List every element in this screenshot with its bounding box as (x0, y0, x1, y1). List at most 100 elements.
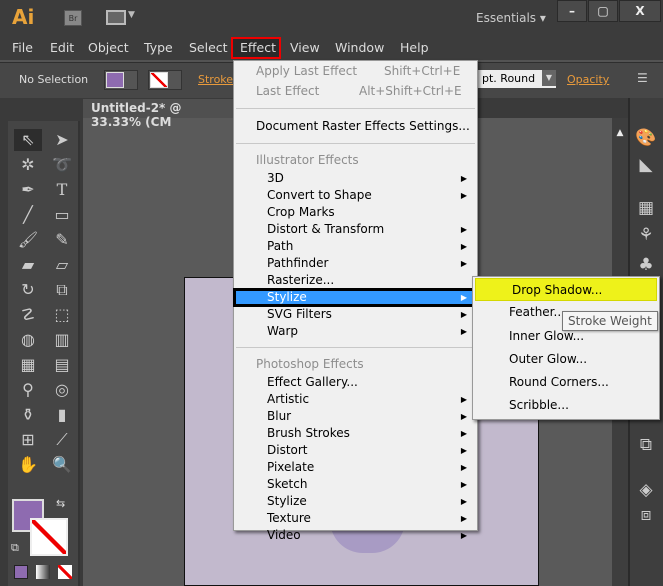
eyedropper-tool-icon[interactable]: ⚲ (14, 379, 42, 401)
submenu-item-round-corners[interactable]: Round Corners... (473, 371, 659, 394)
menu-item-document-raster-effects-settings[interactable]: Document Raster Effects Settings... (234, 116, 477, 136)
menu-item-pixelate[interactable]: Pixelate ▶ (234, 459, 477, 476)
arrange-documents-icon[interactable] (106, 10, 126, 25)
menu-item-warp[interactable]: Warp ▶ (234, 323, 477, 340)
submenu-item-drop-shadow[interactable]: Drop Shadow... (475, 278, 657, 302)
menu-item-video[interactable]: Video ▶ (234, 527, 477, 544)
menu-select[interactable]: Select (189, 40, 228, 55)
default-colors-icon[interactable]: ⧉ (11, 541, 19, 555)
menu-file[interactable]: File (12, 40, 33, 55)
menu-edit[interactable]: Edit (50, 40, 74, 55)
hand-tool-icon[interactable]: ✋ (14, 454, 42, 476)
menu-item-crop-marks[interactable]: Crop Marks (234, 204, 477, 221)
opacity-link[interactable]: Opacity (567, 73, 609, 86)
bridge-button[interactable]: Br (64, 10, 82, 26)
submenu-arrow-icon: ▶ (460, 327, 467, 336)
menu-item-3d[interactable]: 3D ▶ (234, 170, 477, 187)
stroke-color-swatch[interactable] (30, 518, 68, 556)
swap-colors-icon[interactable]: ⇆ (56, 497, 65, 510)
menu-item-stylize[interactable]: Stylize ▶ (234, 493, 477, 510)
menu-separator (236, 143, 475, 144)
rectangle-tool-icon[interactable]: ▭ (48, 204, 76, 226)
menu-item-path[interactable]: Path ▶ (234, 238, 477, 255)
free-transform-tool-icon[interactable]: ⬚ (48, 304, 76, 326)
chevron-down-icon[interactable]: ▼ (128, 10, 135, 20)
brushes-icon[interactable]: ⚘ (634, 225, 658, 247)
pen-tool-icon[interactable]: ✒ (14, 179, 42, 201)
rotate-tool-icon[interactable]: ↻ (14, 279, 42, 301)
menu-item-effect-gallery[interactable]: Effect Gallery... (234, 374, 477, 391)
fill-swatch[interactable] (104, 70, 138, 90)
gradient-tool-icon[interactable]: ▤ (48, 354, 76, 376)
menu-help[interactable]: Help (400, 40, 429, 55)
direct-selection-tool-icon[interactable]: ➤ (48, 129, 76, 151)
menu-item-sketch[interactable]: Sketch ▶ (234, 476, 477, 493)
brush-label: pt. Round (482, 72, 536, 85)
symbol-sprayer-tool-icon[interactable]: ⚱ (14, 404, 42, 426)
pencil-tool-icon[interactable]: ✎ (48, 229, 76, 251)
paintbrush-tool-icon[interactable]: 🖌 (14, 229, 42, 251)
symbols-icon[interactable]: ♣ (634, 255, 658, 277)
slice-tool-icon[interactable]: ⟋ (48, 429, 76, 451)
perspective-grid-tool-icon[interactable]: ▥ (48, 329, 76, 351)
scroll-up-icon[interactable]: ▲ (612, 128, 628, 138)
submenu-arrow-icon: ▶ (460, 497, 467, 506)
layers-icon[interactable]: ◈ (634, 480, 658, 502)
artboards-icon[interactable]: ⧉ (634, 435, 658, 457)
blob-brush-tool-icon[interactable]: ▰ (14, 254, 42, 276)
maximize-button[interactable]: ▢ (588, 0, 618, 22)
workspace-switcher[interactable]: Essentials ▾ (476, 11, 546, 25)
shape-builder-tool-icon[interactable]: ◍ (14, 329, 42, 351)
menu-item-rasterize[interactable]: Rasterize... (234, 272, 477, 289)
lasso-tool-icon[interactable]: ➰ (48, 154, 76, 176)
appearance-icon[interactable]: ⧈ (634, 505, 658, 527)
menu-item-label: Warp (267, 324, 299, 338)
document-tab[interactable]: Untitled-2* @ 33.33% (CM (83, 99, 233, 129)
menu-effect[interactable]: Effect (240, 40, 276, 55)
close-button[interactable]: X (619, 0, 661, 22)
menu-type[interactable]: Type (144, 40, 173, 55)
mesh-tool-icon[interactable]: ▦ (14, 354, 42, 376)
menu-item-label: 3D (267, 171, 284, 185)
menu-item-pathfinder[interactable]: Pathfinder ▶ (234, 255, 477, 272)
menu-item-blur[interactable]: Blur ▶ (234, 408, 477, 425)
panel-menu-icon[interactable]: ☰ (637, 71, 648, 85)
menu-item-texture[interactable]: Texture ▶ (234, 510, 477, 527)
artboard-tool-icon[interactable]: ⊞ (14, 429, 42, 451)
column-graph-tool-icon[interactable]: ▮ (48, 404, 76, 426)
eraser-tool-icon[interactable]: ▱ (48, 254, 76, 276)
none-mode-button[interactable] (58, 565, 72, 579)
menu-object[interactable]: Object (88, 40, 129, 55)
magic-wand-tool-icon[interactable]: ✲ (14, 154, 42, 176)
color-panel-icon[interactable]: 🎨 (634, 128, 658, 150)
menu-item-convert-to-shape[interactable]: Convert to Shape ▶ (234, 187, 477, 204)
gradient-mode-button[interactable] (36, 565, 50, 579)
selection-tool-icon[interactable]: ⇖ (14, 129, 42, 151)
brush-dropdown[interactable]: pt. Round ▼ (478, 70, 556, 88)
menu-window[interactable]: Window (335, 40, 384, 55)
menu-item-distort[interactable]: Distort ▶ (234, 442, 477, 459)
menu-item-svg-filters[interactable]: SVG Filters ▶ (234, 306, 477, 323)
color-guide-icon[interactable]: ◣ (634, 155, 658, 177)
blend-tool-icon[interactable]: ◎ (48, 379, 76, 401)
menu-item-label: Crop Marks (267, 205, 335, 219)
menu-item-label: SVG Filters (267, 307, 332, 321)
line-tool-icon[interactable]: ╱ (14, 204, 42, 226)
type-tool-icon[interactable]: T (48, 179, 76, 201)
swatches-icon[interactable]: ▦ (634, 198, 658, 220)
menu-item-distort-transform[interactable]: Distort & Transform ▶ (234, 221, 477, 238)
menu-item-brush-strokes[interactable]: Brush Strokes ▶ (234, 425, 477, 442)
scale-tool-icon[interactable]: ⧉ (48, 279, 76, 301)
menu-item-stylize[interactable]: Stylize ▶ (233, 288, 478, 307)
menu-view[interactable]: View (290, 40, 320, 55)
minimize-button[interactable]: – (557, 0, 587, 22)
submenu-item-scribble[interactable]: Scribble... (473, 394, 659, 417)
submenu-item-outer-glow[interactable]: Outer Glow... (473, 348, 659, 371)
menu-item-label: Pixelate (267, 460, 315, 474)
stroke-swatch[interactable] (148, 70, 182, 90)
menu-item-artistic[interactable]: Artistic ▶ (234, 391, 477, 408)
zoom-tool-icon[interactable]: 🔍 (48, 454, 76, 476)
stroke-link[interactable]: Stroke: (198, 73, 237, 86)
warp-tool-icon[interactable]: ☡ (14, 304, 42, 326)
color-mode-button[interactable] (14, 565, 28, 579)
